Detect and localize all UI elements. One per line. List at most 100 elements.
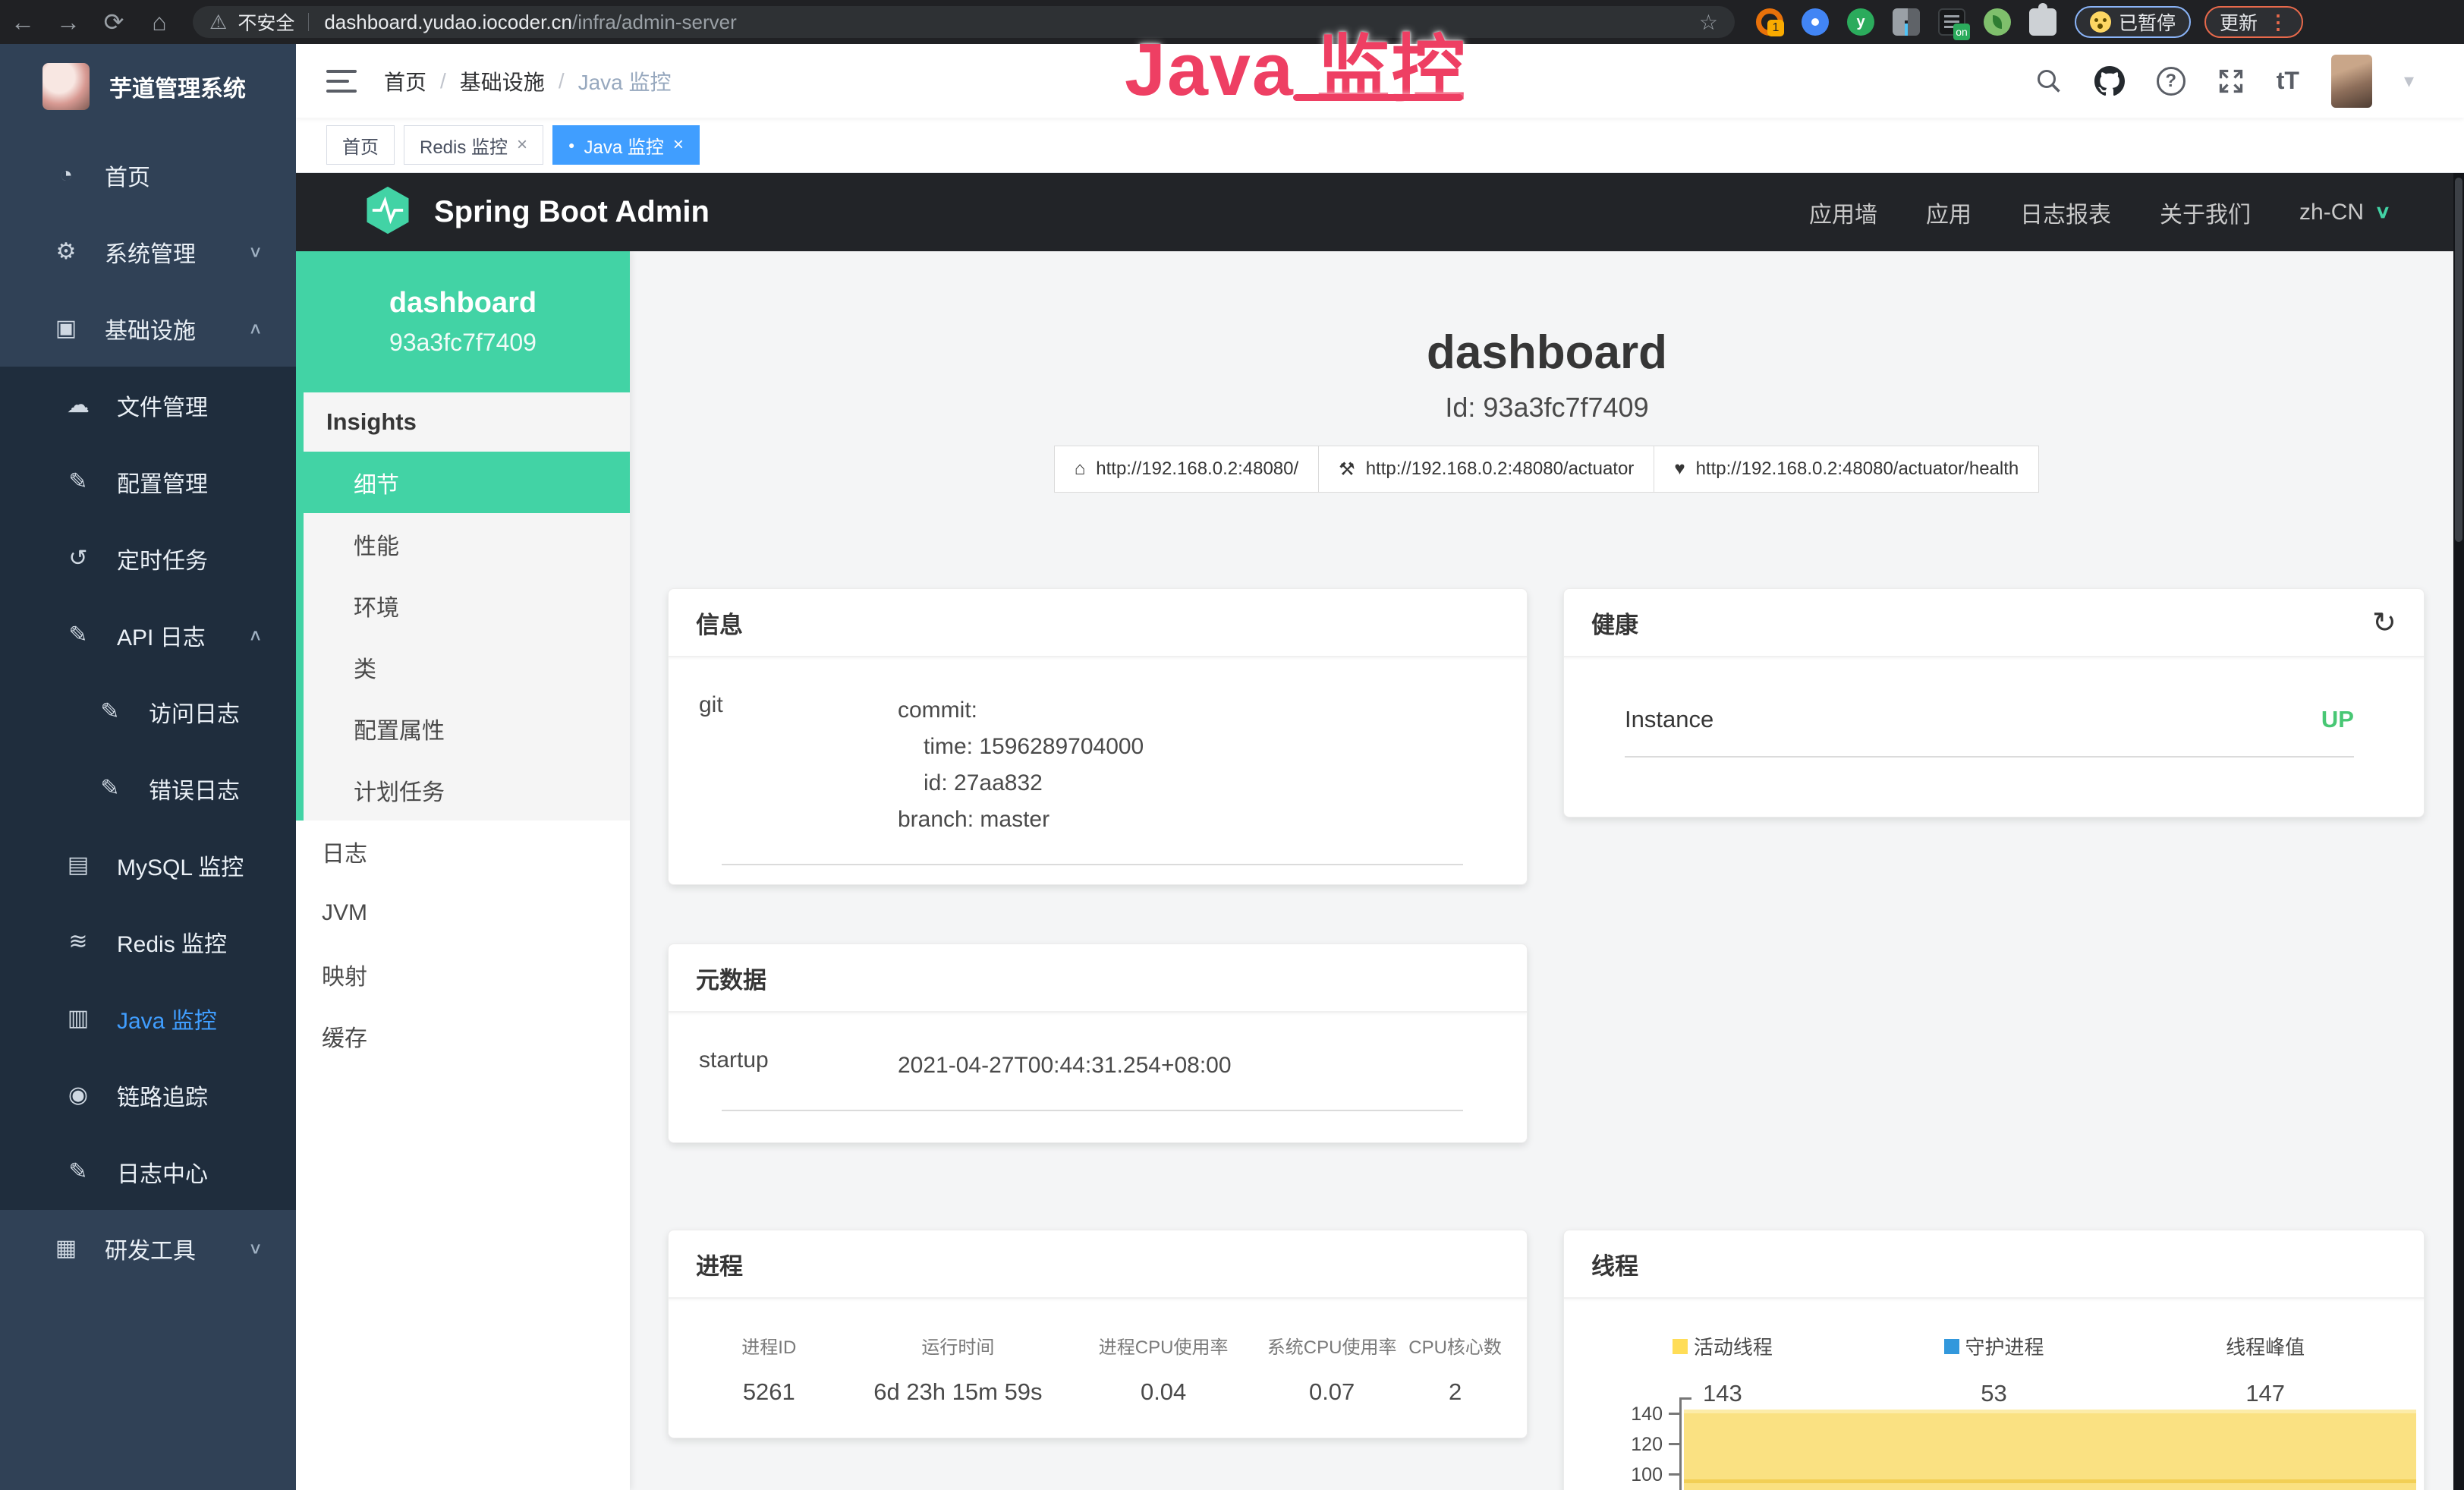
metric-value: 2	[1402, 1378, 1509, 1406]
browser-menu-icon[interactable]: ⋮	[2268, 11, 2288, 34]
breadcrumb-separator: /	[440, 69, 446, 93]
extension-list-icon[interactable]: on	[1938, 8, 1965, 36]
extension-c-icon[interactable]: C1	[1756, 8, 1783, 36]
security-label[interactable]: 不安全	[238, 8, 294, 36]
tab-paused-indicator[interactable]: 已暂停	[2075, 6, 2191, 38]
sidebar-item-access-log[interactable]: ✎ 访问日志	[0, 673, 296, 750]
tab-label: 首页	[342, 132, 379, 159]
cloud-icon: ☁	[61, 392, 96, 418]
sba-item-scheduled-tasks[interactable]: 计划任务	[304, 759, 630, 821]
sidebar-item-system-mgmt[interactable]: ⚙ 系统管理 ∨	[0, 213, 296, 290]
sidebar-item-home[interactable]: ◔ 首页	[0, 137, 296, 213]
log-icon: ✎	[61, 622, 96, 648]
breadcrumb-infrastructure[interactable]: 基础设施	[460, 66, 545, 96]
close-icon[interactable]: ×	[517, 134, 527, 156]
sba-item-mappings[interactable]: 映射	[296, 943, 630, 1005]
extension-y-icon[interactable]: y	[1847, 8, 1874, 36]
extensions-puzzle-icon[interactable]	[2029, 8, 2056, 36]
health-instance-row[interactable]: Instance UP	[1564, 657, 2424, 733]
divider	[722, 1110, 1463, 1111]
browser-reload-icon[interactable]: ⟳	[91, 8, 137, 36]
live-threads-stroke	[1684, 1479, 2416, 1483]
extension-pin-icon[interactable]	[1802, 8, 1829, 36]
sba-item-environment[interactable]: 环境	[304, 575, 630, 636]
sba-item-config-props[interactable]: 配置属性	[304, 698, 630, 759]
sba-item-classes[interactable]: 类	[304, 636, 630, 698]
card-title: 元数据	[696, 961, 766, 995]
sba-nav-applications[interactable]: 应用	[1926, 196, 1972, 229]
user-avatar[interactable]	[2331, 55, 2372, 108]
sidebar-item-label: 系统管理	[105, 235, 196, 269]
browser-forward-icon[interactable]: →	[46, 8, 91, 36]
bookmark-star-icon[interactable]: ☆	[1699, 10, 1718, 35]
sba-instance-header[interactable]: dashboard 93a3fc7f7409	[296, 251, 630, 392]
sidebar-item-scheduled-jobs[interactable]: ↺ 定时任务	[0, 520, 296, 597]
sba-brand-title[interactable]: Spring Boot Admin	[434, 195, 710, 229]
health-url-button[interactable]: ♥ http://192.168.0.2:48080/actuator/heal…	[1654, 446, 2039, 493]
scrollbar-thumb[interactable]	[2455, 178, 2462, 542]
service-url-button[interactable]: ⌂ http://192.168.0.2:48080/	[1054, 446, 1319, 493]
sidebar-item-tracing[interactable]: ◉ 链路追踪	[0, 1057, 296, 1133]
breadcrumb-home[interactable]: 首页	[384, 66, 426, 96]
gear-icon: ⚙	[49, 238, 83, 265]
sba-nav-about[interactable]: 关于我们	[2160, 196, 2251, 229]
sba-nav-wallboard[interactable]: 应用墙	[1809, 196, 1877, 229]
actuator-url-button[interactable]: ⚒ http://192.168.0.2:48080/actuator	[1318, 446, 1654, 493]
browser-update-button[interactable]: 更新 ⋮	[2204, 6, 2303, 38]
sidebar-item-mysql-monitor[interactable]: ▤ MySQL 监控	[0, 827, 296, 903]
history-restore-icon[interactable]: ↺	[2372, 606, 2396, 640]
sidebar-item-java-monitor[interactable]: ▥ Java 监控	[0, 980, 296, 1057]
sba-logo-icon[interactable]	[363, 185, 413, 239]
system-cpu-cell: 系统CPU使用率 0.07	[1262, 1332, 1402, 1406]
sba-body: dashboard 93a3fc7f7409 Insights 细节 性能 环境…	[296, 251, 2464, 1490]
paused-label: 已暂停	[2119, 8, 2176, 36]
breadcrumb-current: Java 监控	[578, 66, 672, 96]
address-bar[interactable]: ⚠ 不安全 dashboard.yudao.iocoder.cn /infra/…	[193, 6, 1735, 38]
app-logo-row[interactable]: 芋道管理系统	[0, 44, 296, 129]
help-icon[interactable]: ?	[2157, 67, 2186, 96]
process-card-header: 进程	[669, 1230, 1527, 1299]
sidebar-item-redis-monitor[interactable]: ≋ Redis 监控	[0, 903, 296, 980]
wrench-icon: ⚒	[1339, 458, 1355, 480]
home-icon: ⌂	[1075, 458, 1086, 480]
sba-item-metrics[interactable]: 性能	[304, 513, 630, 575]
user-caret-down-icon[interactable]: ▾	[2404, 69, 2414, 93]
metric-label: 系统CPU使用率	[1262, 1332, 1402, 1359]
info-card: 信息 git commit: time: 1596289704000 id: 2…	[668, 588, 1528, 885]
fullscreen-icon[interactable]	[2217, 68, 2245, 95]
sidebar-item-log-center[interactable]: ✎ 日志中心	[0, 1133, 296, 1210]
startup-value: 2021-04-27T00:44:31.254+08:00	[898, 1047, 1232, 1084]
health-url: http://192.168.0.2:48080/actuator/health	[1696, 458, 2019, 480]
sidebar-item-error-log[interactable]: ✎ 错误日志	[0, 750, 296, 827]
sba-item-jvm[interactable]: JVM	[296, 882, 630, 943]
tab-redis-monitor[interactable]: Redis 监控 ×	[404, 125, 543, 165]
browser-home-icon[interactable]: ⌂	[137, 8, 182, 36]
spring-boot-admin-frame: Spring Boot Admin 应用墙 应用 日志报表 关于我们 zh-CN…	[296, 173, 2464, 1490]
search-icon[interactable]	[2035, 68, 2063, 95]
thread-area-chart[interactable]	[1682, 1403, 2416, 1490]
card-title: 信息	[696, 606, 743, 640]
tab-java-monitor[interactable]: ● Java 监控 ×	[552, 125, 700, 165]
tab-home[interactable]: 首页	[326, 125, 395, 165]
sba-locale-select[interactable]: zh-CN ∨	[2299, 199, 2391, 225]
sidebar-item-config-mgmt[interactable]: ✎ 配置管理	[0, 443, 296, 520]
sidebar-item-dev-tools[interactable]: ▦ 研发工具 ∨	[0, 1210, 296, 1287]
actuator-url: http://192.168.0.2:48080/actuator	[1366, 458, 1635, 480]
sba-item-caches[interactable]: 缓存	[296, 1005, 630, 1066]
close-icon[interactable]: ×	[673, 134, 684, 156]
extension-grid-icon[interactable]	[1893, 8, 1920, 36]
instance-hero: dashboard Id: 93a3fc7f7409	[630, 326, 2464, 424]
font-size-icon[interactable]: tT	[2277, 67, 2299, 95]
sba-item-logs[interactable]: 日志	[296, 821, 630, 882]
extension-leaf-icon[interactable]	[1984, 8, 2011, 36]
sba-nav-journal[interactable]: 日志报表	[2020, 196, 2111, 229]
sidebar-item-infrastructure[interactable]: ▣ 基础设施 ∧	[0, 290, 296, 367]
browser-back-icon[interactable]: ←	[0, 8, 46, 36]
sidebar-collapse-icon[interactable]	[326, 70, 357, 93]
sba-group-label: Insights	[304, 392, 630, 452]
github-icon[interactable]	[2094, 66, 2125, 96]
sidebar-item-api-log[interactable]: ✎ API 日志 ∧	[0, 597, 296, 673]
sidebar-item-file-mgmt[interactable]: ☁ 文件管理	[0, 367, 296, 443]
sba-item-details[interactable]: 细节	[304, 452, 630, 513]
scrollbar[interactable]	[2453, 173, 2464, 1490]
